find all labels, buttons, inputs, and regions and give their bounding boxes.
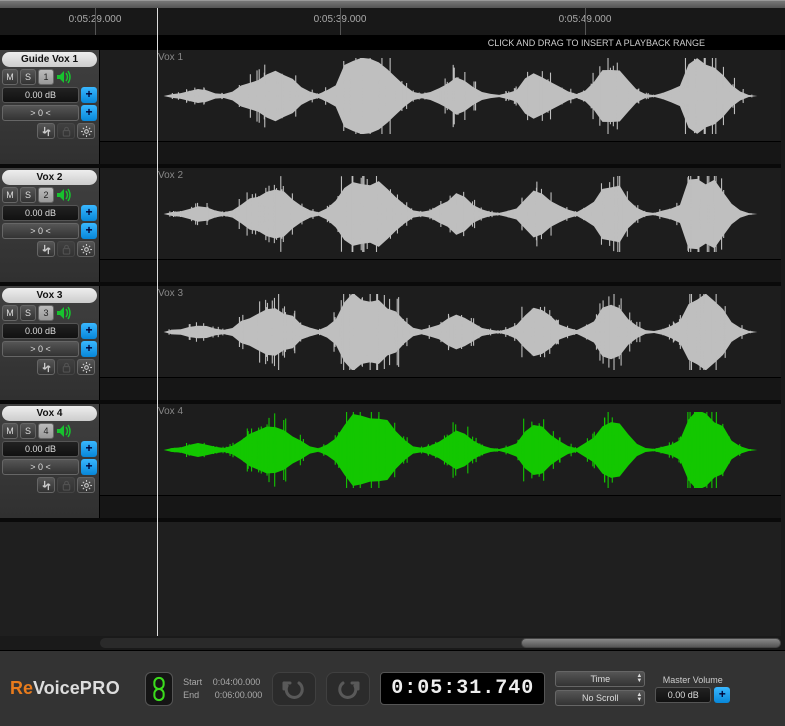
waveform[interactable] <box>155 58 766 134</box>
redo-button[interactable] <box>326 672 370 706</box>
pan-value[interactable]: > 0 < <box>2 223 79 239</box>
speaker-icon[interactable] <box>56 423 72 439</box>
channel-number[interactable]: 4 <box>38 423 54 439</box>
timecode-display[interactable]: 0:05:31.740 <box>380 672 545 705</box>
lock-icon[interactable] <box>57 123 75 139</box>
track-name[interactable]: Vox 3 <box>2 288 97 303</box>
gain-plus-button[interactable]: + <box>81 205 97 221</box>
waveform[interactable] <box>155 176 766 252</box>
pan-plus-button[interactable]: + <box>81 105 97 121</box>
track-lane[interactable]: Vox 4 <box>100 404 781 518</box>
empty-track-area <box>0 522 781 636</box>
mute-button[interactable]: M <box>2 305 18 321</box>
master-volume-label: Master Volume <box>663 675 723 685</box>
gain-plus-button[interactable]: + <box>81 323 97 339</box>
speaker-icon[interactable] <box>56 305 72 321</box>
mute-button[interactable]: M <box>2 69 18 85</box>
pan-value[interactable]: > 0 < <box>2 105 79 121</box>
lock-icon[interactable] <box>57 359 75 375</box>
pan-value[interactable]: > 0 < <box>2 341 79 357</box>
arrows-icon[interactable] <box>37 359 55 375</box>
time-format-menu[interactable]: Time▲▼ <box>555 671 645 687</box>
track-header: Guide Vox 1 M S 1 0.00 dB + > 0 < + <box>0 50 100 164</box>
gear-icon[interactable] <box>77 477 95 493</box>
playback-range-hint-bar[interactable]: CLICK AND DRAG TO INSERT A PLAYBACK RANG… <box>0 36 785 50</box>
range-readout: Start 0:04:00.000 End 0:06:00.000 <box>183 677 262 700</box>
channel-number[interactable]: 1 <box>38 69 54 85</box>
scroll-thumb[interactable] <box>521 638 781 648</box>
master-volume-value[interactable]: 0.00 dB <box>655 687 711 703</box>
arrows-icon[interactable] <box>37 241 55 257</box>
track-lane[interactable]: Vox 1 <box>100 50 781 164</box>
speaker-icon[interactable] <box>56 69 72 85</box>
pan-plus-button[interactable]: + <box>81 341 97 357</box>
tracks-area: Guide Vox 1 M S 1 0.00 dB + > 0 < + <box>0 50 781 636</box>
speaker-icon[interactable] <box>56 187 72 203</box>
pan-plus-button[interactable]: + <box>81 459 97 475</box>
mute-button[interactable]: M <box>2 187 18 203</box>
solo-button[interactable]: S <box>20 69 36 85</box>
gain-value[interactable]: 0.00 dB <box>2 441 79 457</box>
undo-button[interactable] <box>272 672 316 706</box>
gain-value[interactable]: 0.00 dB <box>2 323 79 339</box>
solo-button[interactable]: S <box>20 187 36 203</box>
scroll-mode-menu[interactable]: No Scroll▲▼ <box>555 690 645 706</box>
solo-button[interactable]: S <box>20 305 36 321</box>
waveform[interactable] <box>155 294 766 370</box>
pan-plus-button[interactable]: + <box>81 223 97 239</box>
gain-plus-button[interactable]: + <box>81 87 97 103</box>
master-volume-plus[interactable]: + <box>714 687 730 703</box>
track-header: Vox 4 M S 4 0.00 dB + > 0 < + <box>0 404 100 518</box>
footer-toolbar: ReVoicePRO Start 0:04:00.000 End 0:06:00… <box>0 650 785 726</box>
track-header: Vox 3 M S 3 0.00 dB + > 0 < + <box>0 286 100 400</box>
track-lane[interactable]: Vox 3 <box>100 286 781 400</box>
channel-number[interactable]: 3 <box>38 305 54 321</box>
track-lane[interactable]: Vox 2 <box>100 168 781 282</box>
gear-icon[interactable] <box>77 123 95 139</box>
track-header: Vox 2 M S 2 0.00 dB + > 0 < + <box>0 168 100 282</box>
app-logo: ReVoicePRO <box>10 678 120 699</box>
track-name[interactable]: Vox 2 <box>2 170 97 185</box>
gain-value[interactable]: 0.00 dB <box>2 87 79 103</box>
lock-icon[interactable] <box>57 241 75 257</box>
horizontal-scrollbar[interactable] <box>100 638 781 648</box>
gain-plus-button[interactable]: + <box>81 441 97 457</box>
link-icon[interactable] <box>145 672 173 706</box>
arrows-icon[interactable] <box>37 477 55 493</box>
pan-value[interactable]: > 0 < <box>2 459 79 475</box>
channel-number[interactable]: 2 <box>38 187 54 203</box>
waveform[interactable] <box>155 412 766 488</box>
hint-text: CLICK AND DRAG TO INSERT A PLAYBACK RANG… <box>488 37 705 49</box>
window-titlebar <box>0 0 785 8</box>
mute-button[interactable]: M <box>2 423 18 439</box>
lock-icon[interactable] <box>57 477 75 493</box>
gain-value[interactable]: 0.00 dB <box>2 205 79 221</box>
arrows-icon[interactable] <box>37 123 55 139</box>
track-name[interactable]: Guide Vox 1 <box>2 52 97 67</box>
gear-icon[interactable] <box>77 359 95 375</box>
solo-button[interactable]: S <box>20 423 36 439</box>
gear-icon[interactable] <box>77 241 95 257</box>
track-name[interactable]: Vox 4 <box>2 406 97 421</box>
timeline-ruler[interactable]: 0:05:29.000 0:05:39.000 0:05:49.000 <box>0 8 785 36</box>
